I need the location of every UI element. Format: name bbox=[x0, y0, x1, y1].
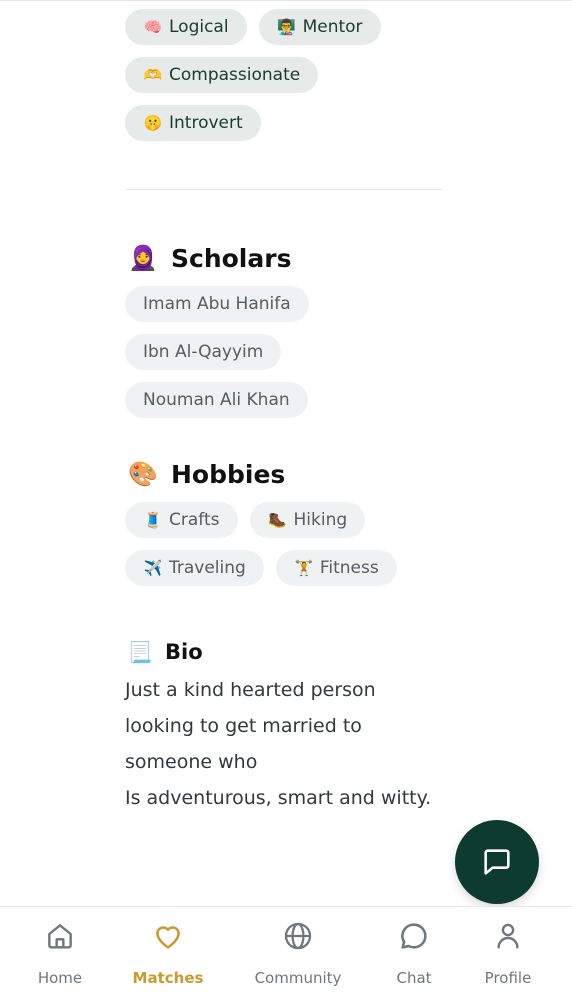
trait-chip-logical[interactable]: 🧠 Logical bbox=[125, 9, 247, 45]
chat-bubble-icon bbox=[484, 849, 510, 875]
hobby-label: Crafts bbox=[169, 510, 220, 530]
chat-fab-button[interactable] bbox=[455, 820, 539, 904]
section-divider bbox=[125, 189, 443, 190]
globe-icon bbox=[281, 919, 315, 953]
bio-text: Just a kind hearted person looking to ge… bbox=[125, 679, 432, 809]
airplane-icon: ✈️ bbox=[143, 559, 163, 577]
hobby-label: Fitness bbox=[319, 558, 379, 578]
scholar-icon: 🧕 bbox=[128, 244, 158, 272]
trait-label: Introvert bbox=[169, 113, 243, 133]
traits-list: 🧠 Logical 👨‍🏫 Mentor 🫶 Compassionate 🤫 I… bbox=[125, 9, 443, 153]
section-title: Bio bbox=[165, 640, 203, 664]
hobbies-header: 🎨 Hobbies bbox=[127, 456, 443, 492]
nav-label: Home bbox=[37, 969, 83, 987]
hobby-chip-fitness[interactable]: 🏋️ Fitness bbox=[275, 550, 397, 586]
home-icon bbox=[43, 919, 77, 953]
hobby-chip-crafts[interactable]: 🧵 Crafts bbox=[125, 502, 238, 538]
bottom-nav: Home Matches Community Chat Profile bbox=[0, 906, 572, 999]
top-divider bbox=[0, 0, 572, 1]
brain-icon: 🧠 bbox=[143, 18, 163, 36]
trait-label: Compassionate bbox=[169, 65, 301, 85]
nav-label: Profile bbox=[484, 969, 532, 987]
hobby-label: Traveling bbox=[169, 558, 246, 578]
hobbies-row: ✈️ Traveling 🏋️ Fitness bbox=[125, 550, 443, 586]
scholar-chip[interactable]: Imam Abu Hanifa bbox=[125, 286, 309, 322]
section-title: Hobbies bbox=[171, 459, 286, 489]
hobbies-section: 🎨 Hobbies 🧵 Crafts 🥾 Hiking ✈️ Traveling bbox=[125, 456, 443, 598]
trait-chip-mentor[interactable]: 👨‍🏫 Mentor bbox=[258, 9, 381, 45]
hiking-boot-icon: 🥾 bbox=[268, 511, 287, 529]
scholar-chip[interactable]: Nouman Ali Khan bbox=[125, 382, 308, 418]
traits-row: 🫶 Compassionate bbox=[125, 57, 443, 93]
nav-item-home[interactable]: Home bbox=[5, 919, 115, 991]
bio-header: 📃 Bio bbox=[127, 636, 443, 668]
teacher-icon: 👨‍🏫 bbox=[277, 18, 296, 36]
profile-icon bbox=[491, 919, 525, 953]
hobbies-row: 🧵 Crafts 🥾 Hiking bbox=[125, 502, 443, 538]
palette-icon: 🎨 bbox=[128, 460, 158, 488]
hobby-chip-hiking[interactable]: 🥾 Hiking bbox=[249, 502, 366, 538]
section-title: Scholars bbox=[171, 243, 292, 273]
shushing-face-icon: 🤫 bbox=[143, 114, 163, 132]
scholars-header: 🧕 Scholars bbox=[127, 240, 443, 276]
traits-row: 🤫 Introvert bbox=[125, 105, 443, 141]
chat-bubble-icon bbox=[397, 919, 431, 953]
weightlifter-icon: 🏋️ bbox=[294, 559, 314, 577]
heart-icon bbox=[151, 919, 185, 953]
nav-label: Matches bbox=[132, 969, 204, 987]
scholars-list: Imam Abu Hanifa Ibn Al-Qayyim Nouman Ali… bbox=[125, 286, 443, 418]
nav-item-community[interactable]: Community bbox=[243, 919, 353, 991]
hobby-chip-traveling[interactable]: ✈️ Traveling bbox=[125, 550, 264, 586]
nav-item-profile[interactable]: Profile bbox=[453, 919, 563, 991]
trait-label: Logical bbox=[169, 17, 229, 37]
trait-chip-compassionate[interactable]: 🫶 Compassionate bbox=[125, 57, 319, 93]
nav-item-matches[interactable]: Matches bbox=[113, 919, 223, 991]
traits-row: 🧠 Logical 👨‍🏫 Mentor bbox=[125, 9, 443, 45]
hobby-label: Hiking bbox=[293, 510, 348, 530]
scholars-row: Nouman Ali Khan bbox=[125, 382, 443, 418]
heart-hands-icon: 🫶 bbox=[143, 66, 163, 84]
scholars-row: Imam Abu Hanifa bbox=[125, 286, 443, 322]
scholars-section: 🧕 Scholars Imam Abu Hanifa Ibn Al-Qayyim… bbox=[125, 240, 443, 430]
nav-label: Community bbox=[254, 969, 342, 987]
bio-section: 📃 Bio Just a kind hearted person looking… bbox=[125, 636, 443, 816]
trait-chip-introvert[interactable]: 🤫 Introvert bbox=[125, 105, 261, 141]
nav-label: Chat bbox=[396, 969, 432, 987]
hobbies-list: 🧵 Crafts 🥾 Hiking ✈️ Traveling 🏋️ Fitnes… bbox=[125, 502, 443, 586]
scholars-row: Ibn Al-Qayyim bbox=[125, 334, 443, 370]
trait-label: Mentor bbox=[302, 17, 363, 37]
thread-icon: 🧵 bbox=[143, 511, 163, 529]
document-icon: 📃 bbox=[127, 640, 153, 664]
scholar-chip[interactable]: Ibn Al-Qayyim bbox=[125, 334, 282, 370]
